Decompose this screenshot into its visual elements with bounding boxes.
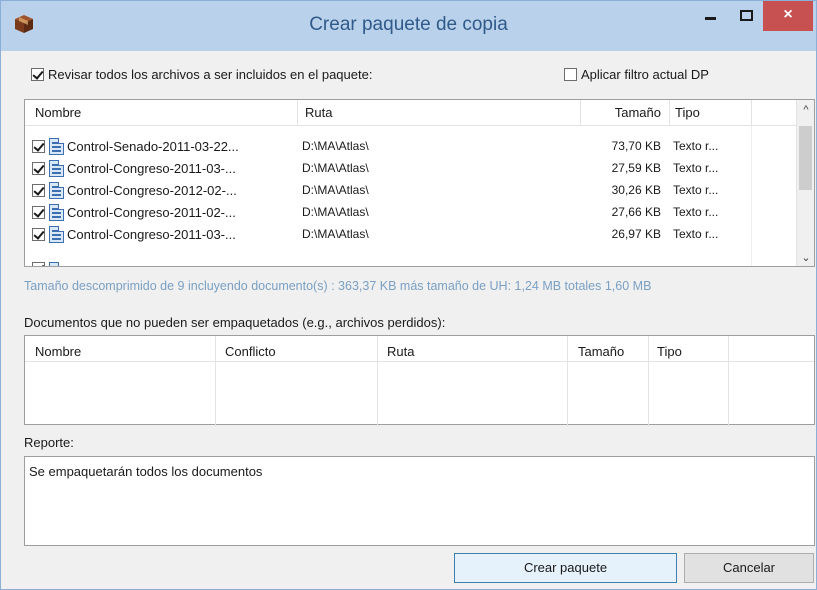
column-divider[interactable] xyxy=(669,100,670,126)
file-name: Control-Congreso-2011-03-... xyxy=(67,227,236,242)
minimize-icon xyxy=(704,17,716,20)
file-path: D:\MA\Atlas\ xyxy=(302,161,369,175)
rtf-document-icon xyxy=(49,138,64,155)
file-row[interactable]: Control-Congreso-2011-03-... D:\MA\Atlas… xyxy=(25,224,796,246)
apply-filter-option[interactable]: Aplicar filtro actual DP xyxy=(564,67,709,89)
report-label: Reporte: xyxy=(24,435,74,450)
apply-filter-label: Aplicar filtro actual DP xyxy=(581,67,709,82)
column-divider[interactable] xyxy=(567,336,568,426)
review-all-label: Revisar todos los archivos a ser incluid… xyxy=(48,67,373,82)
file-path: D:\MA\Atlas\ xyxy=(302,139,369,153)
column-divider[interactable] xyxy=(751,100,752,126)
column-header-name[interactable]: Nombre xyxy=(35,344,81,359)
column-header-conflict[interactable]: Conflicto xyxy=(225,344,276,359)
file-type: Texto r... xyxy=(673,227,719,241)
column-header-size[interactable]: Tamaño xyxy=(585,105,661,120)
minimize-button[interactable] xyxy=(691,1,729,31)
file-type: Texto r... xyxy=(673,139,719,153)
file-row[interactable]: Control-Senado-2011-03-22... D:\MA\Atlas… xyxy=(25,136,796,158)
file-size: 30,26 KB xyxy=(611,183,661,197)
maximize-button[interactable] xyxy=(729,1,763,31)
file-name: Control-Congreso-2011-03-... xyxy=(67,161,236,176)
review-all-option[interactable]: Revisar todos los archivos a ser incluid… xyxy=(31,67,372,89)
column-divider[interactable] xyxy=(728,336,729,426)
column-divider[interactable] xyxy=(377,336,378,426)
column-header-path[interactable]: Ruta xyxy=(387,344,414,359)
file-path: D:\MA\Atlas\ xyxy=(302,205,369,219)
create-package-button[interactable]: Crear paquete xyxy=(454,553,677,583)
unpackable-label: Documentos que no pueden ser empaquetado… xyxy=(24,315,446,330)
rtf-document-icon xyxy=(49,262,64,266)
file-size: 73,70 KB xyxy=(611,139,661,153)
column-divider[interactable] xyxy=(297,100,298,126)
rtf-document-icon xyxy=(49,182,64,199)
column-header-name[interactable]: Nombre xyxy=(35,105,81,120)
files-table[interactable]: Nombre Ruta Tamaño Tipo Control-Senado-2… xyxy=(24,99,815,267)
maximize-icon xyxy=(739,10,753,21)
file-row-checkbox[interactable] xyxy=(32,162,45,175)
report-box[interactable]: Se empaquetarán todos los documentos xyxy=(24,456,815,546)
file-type: Texto r... xyxy=(673,205,719,219)
cancel-button[interactable]: Cancelar xyxy=(684,553,814,583)
file-size: 26,97 KB xyxy=(611,227,661,241)
file-name: Control-Congreso-2011-02-... xyxy=(67,205,236,220)
apply-filter-checkbox[interactable] xyxy=(564,68,577,81)
create-package-dialog: Crear paquete de copia × Revisar todos l… xyxy=(0,0,817,590)
size-summary: Tamaño descomprimido de 9 incluyendo doc… xyxy=(24,279,652,293)
file-row[interactable]: Control-Congreso-2011-02-... D:\MA\Atlas… xyxy=(25,202,796,224)
file-size: 27,66 KB xyxy=(611,205,661,219)
file-name: Control-Senado-2011-03-22... xyxy=(67,139,239,154)
file-row-checkbox[interactable] xyxy=(32,228,45,241)
title-bar[interactable]: Crear paquete de copia × xyxy=(1,1,816,51)
column-header-path[interactable]: Ruta xyxy=(305,105,332,120)
scroll-down-icon[interactable]: ⌄ xyxy=(797,251,814,264)
file-path: D:\MA\Atlas\ xyxy=(302,183,369,197)
file-path: D:\MA\Atlas\ xyxy=(302,227,369,241)
file-type: Texto r... xyxy=(673,161,719,175)
files-table-header: Nombre Ruta Tamaño Tipo xyxy=(25,100,814,126)
review-all-checkbox[interactable] xyxy=(31,68,44,81)
unpackable-table[interactable]: Nombre Conflicto Ruta Tamaño Tipo xyxy=(24,335,815,426)
rtf-document-icon xyxy=(49,204,64,221)
file-type: Texto r... xyxy=(673,183,719,197)
file-name: Control-Congreso-2012-02-... xyxy=(67,183,237,198)
column-header-size[interactable]: Tamaño xyxy=(578,344,624,359)
file-row[interactable]: Control-Congreso-2011-03-... D:\MA\Atlas… xyxy=(25,158,796,180)
column-divider[interactable] xyxy=(580,100,581,126)
column-header-type[interactable]: Tipo xyxy=(675,105,700,120)
column-divider[interactable] xyxy=(215,336,216,426)
file-row[interactable]: Control-Congreso-2012-02-... D:\MA\Atlas… xyxy=(25,180,796,202)
rtf-document-icon xyxy=(49,160,64,177)
close-icon: × xyxy=(783,6,793,23)
file-row-checkbox[interactable] xyxy=(32,206,45,219)
file-row-partial[interactable] xyxy=(25,262,796,266)
scroll-up-icon[interactable]: ^ xyxy=(797,104,814,116)
close-button[interactable]: × xyxy=(763,1,813,31)
rtf-document-icon xyxy=(49,226,64,243)
file-row-checkbox[interactable] xyxy=(32,262,45,266)
scroll-thumb[interactable] xyxy=(799,126,812,190)
column-divider[interactable] xyxy=(648,336,649,426)
report-text: Se empaquetarán todos los documentos xyxy=(29,464,263,479)
file-row-checkbox[interactable] xyxy=(32,140,45,153)
unpackable-table-header: Nombre Conflicto Ruta Tamaño Tipo xyxy=(25,336,814,426)
file-size: 27,59 KB xyxy=(611,161,661,175)
column-header-type[interactable]: Tipo xyxy=(657,344,682,359)
file-row-checkbox[interactable] xyxy=(32,184,45,197)
files-scrollbar[interactable]: ^ ⌄ xyxy=(796,100,814,266)
